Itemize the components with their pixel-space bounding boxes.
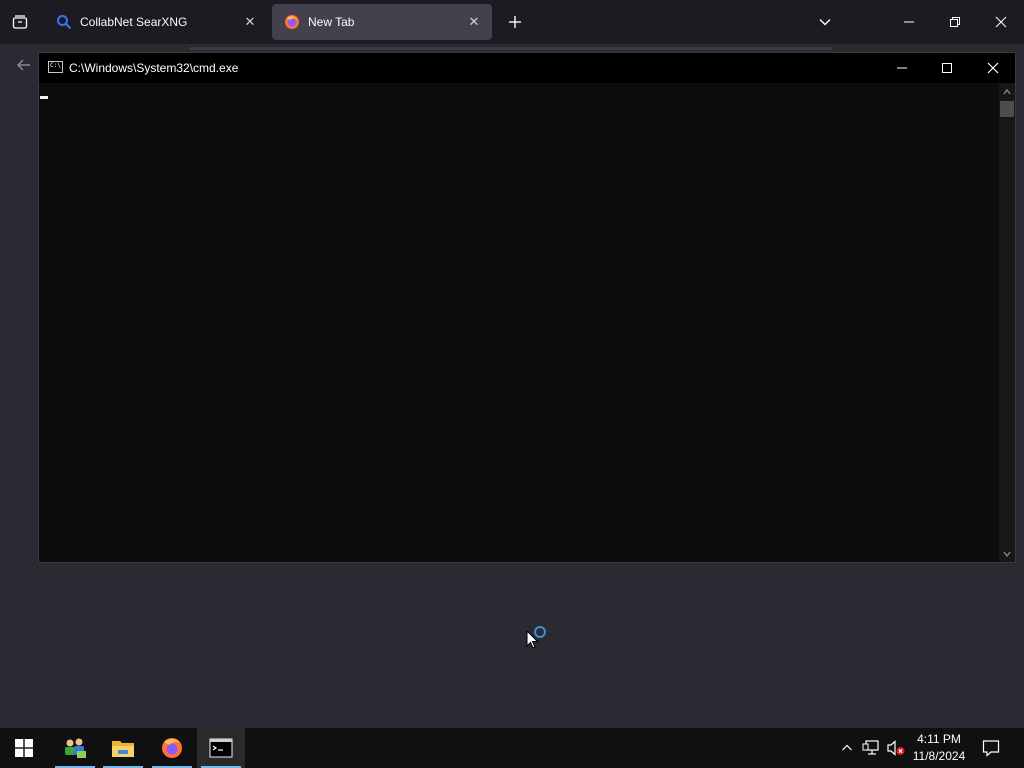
scroll-down-arrow-icon[interactable] xyxy=(999,546,1015,562)
taskbar: 4:11 PM 11/8/2024 xyxy=(0,728,1024,768)
system-clock[interactable]: 4:11 PM 11/8/2024 xyxy=(906,731,972,765)
tab-label: CollabNet SearXNG xyxy=(80,15,188,29)
busy-spinner-icon xyxy=(534,626,546,638)
scroll-up-arrow-icon[interactable] xyxy=(999,84,1015,100)
cmd-title: C:\Windows\System32\cmd.exe xyxy=(69,61,239,75)
file-explorer-icon[interactable] xyxy=(99,728,147,768)
browser-tabstrip: CollabNet SearXNG ✕ New Tab ✕ xyxy=(0,0,1024,44)
firefox-icon xyxy=(284,14,300,30)
cmd-window[interactable]: C:\ C:\Windows\System32\cmd.exe xyxy=(38,52,1016,563)
cmd-maximize-icon[interactable] xyxy=(924,53,970,83)
scrollbar-thumb[interactable] xyxy=(1000,101,1014,117)
cmd-close-icon[interactable] xyxy=(970,53,1016,83)
cmd-scrollbar[interactable] xyxy=(999,83,1015,562)
network-icon[interactable] xyxy=(859,728,883,768)
url-bar-edge xyxy=(190,47,832,50)
command-prompt-taskbar-icon[interactable] xyxy=(197,728,245,768)
back-arrow-icon[interactable] xyxy=(12,53,36,77)
tab-list-icon[interactable] xyxy=(8,10,32,34)
new-tab-icon[interactable] xyxy=(503,10,527,34)
search-icon xyxy=(56,14,72,30)
chevron-up-icon[interactable] xyxy=(836,728,858,768)
tab-label: New Tab xyxy=(308,15,355,29)
tab-new-tab[interactable]: New Tab ✕ xyxy=(272,4,492,40)
restore-icon[interactable] xyxy=(932,0,978,44)
close-tab-icon[interactable]: ✕ xyxy=(462,10,486,34)
tab-collabnet-searxng[interactable]: CollabNet SearXNG ✕ xyxy=(44,4,268,40)
speaker-muted-icon[interactable] xyxy=(884,728,908,768)
cmd-titlebar[interactable]: C:\ C:\Windows\System32\cmd.exe xyxy=(39,53,1015,83)
chevron-down-icon[interactable] xyxy=(813,10,837,34)
notification-center-icon[interactable] xyxy=(976,728,1006,768)
text-cursor xyxy=(40,96,48,99)
cmd-console-area[interactable] xyxy=(39,83,999,562)
clock-date: 11/8/2024 xyxy=(912,749,966,763)
close-tab-icon[interactable]: ✕ xyxy=(238,10,262,34)
minimize-icon[interactable] xyxy=(886,0,932,44)
clock-time: 4:11 PM xyxy=(917,732,961,746)
network-users-icon[interactable] xyxy=(51,728,99,768)
firefox-taskbar-icon[interactable] xyxy=(148,728,196,768)
windows-start-icon[interactable] xyxy=(0,728,48,768)
cmd-minimize-icon[interactable] xyxy=(879,53,925,83)
console-icon: C:\ xyxy=(48,61,63,73)
close-icon[interactable] xyxy=(978,0,1024,44)
